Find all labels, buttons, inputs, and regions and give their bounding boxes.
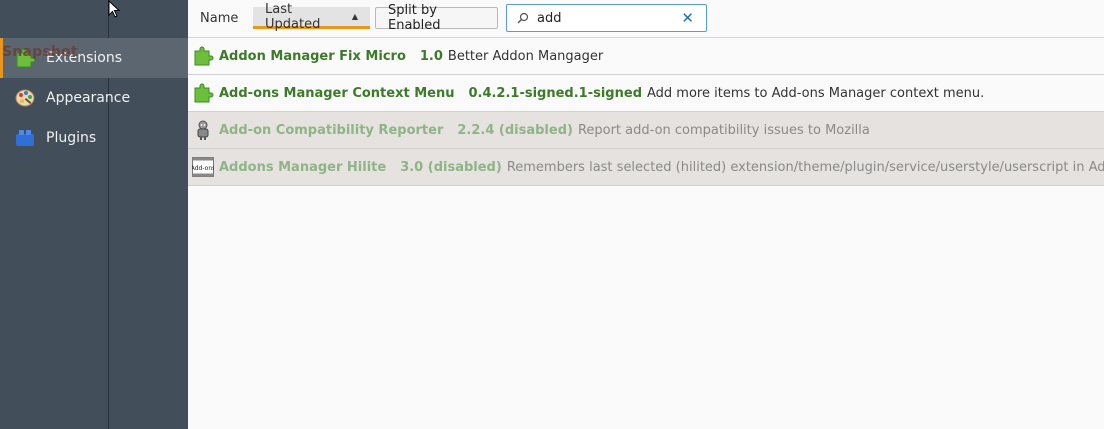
addon-name: Add-ons Manager Context Menu (219, 85, 455, 101)
addon-version: 0.4.2.1-signed.1-signed (468, 85, 642, 101)
split-label: Split by Enabled (388, 3, 441, 33)
addon-description: Remembers last selected (hilited) extens… (506, 159, 1104, 175)
addon-description: Better Addon Mangager (447, 48, 604, 64)
addon-row[interactable]: Add-on Compatibility Reporter 2.2.4 (dis… (188, 112, 1104, 149)
addon-row[interactable]: Addon Manager Fix Micro 1.0 Better Addon… (188, 38, 1104, 75)
category-label: Appearance (46, 90, 131, 106)
addon-version: 2.2.4 (disabled) (457, 122, 573, 138)
addons-badge-icon: Add-ons (192, 157, 214, 177)
addon-version: 1.0 (419, 48, 443, 64)
category-label: Plugins (46, 130, 97, 146)
search-icon (517, 12, 529, 24)
sort-by-name-button[interactable]: Name (200, 11, 238, 26)
addon-list: Addon Manager Fix Micro 1.0 Better Addon… (188, 38, 1104, 186)
palette-icon (14, 87, 36, 109)
addon-name: Addon Manager Fix Micro (219, 48, 406, 64)
search-input[interactable] (535, 9, 669, 27)
addon-name: Addons Manager Hilite (219, 159, 387, 175)
addon-row[interactable]: Add-ons Addons Manager Hilite 3.0 (disab… (188, 149, 1104, 186)
puzzle-piece-icon (194, 83, 214, 103)
sort-label: Last Updated (265, 1, 321, 32)
addon-description: Report add-on compatibility issues to Mo… (577, 122, 870, 138)
lego-brick-icon (14, 127, 36, 149)
category-appearance[interactable]: Appearance (0, 78, 188, 118)
addon-version: 3.0 (disabled) (400, 159, 502, 175)
categories-sidebar: Extensions Appearance Plugins Snapshot (0, 0, 188, 429)
category-plugins[interactable]: Plugins (0, 118, 188, 158)
robot-icon (197, 120, 209, 140)
puzzle-piece-icon (194, 46, 214, 66)
addon-description: Add more items to Add-ons Manager contex… (647, 85, 985, 101)
svg-text:Add-ons: Add-ons (192, 165, 214, 172)
sort-ascending-icon: ▲ (351, 12, 358, 21)
search-box: ✕ (506, 4, 707, 32)
sort-toolbar: Name Last Updated ▲ Split by Enabled ✕ (188, 0, 1104, 38)
sort-by-last-updated-button[interactable]: Last Updated ▲ (253, 2, 370, 32)
mouse-cursor-icon (108, 0, 121, 18)
clear-search-icon[interactable]: ✕ (681, 9, 694, 27)
addon-name: Add-on Compatibility Reporter (219, 122, 444, 138)
addon-row[interactable]: Add-ons Manager Context Menu 0.4.2.1-sig… (188, 75, 1104, 112)
snapshot-overlay-text: Snapshot (2, 44, 78, 60)
split-by-enabled-button[interactable]: Split by Enabled (375, 3, 498, 33)
